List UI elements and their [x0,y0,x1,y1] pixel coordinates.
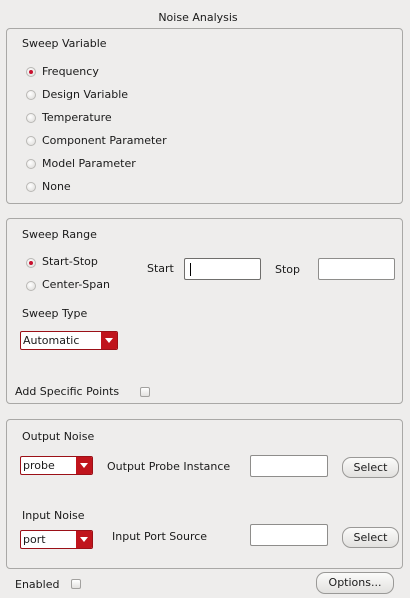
input-port-source-input[interactable] [250,524,328,546]
radio-component-parameter-label[interactable]: Component Parameter [42,134,167,147]
input-noise-value: port [23,533,46,546]
radio-center-span[interactable] [26,281,36,291]
sweep-variable-header: Sweep Variable [22,37,107,50]
radio-design-variable-label[interactable]: Design Variable [42,88,128,101]
radio-start-stop[interactable] [26,258,36,268]
radio-model-parameter[interactable] [26,159,36,169]
output-probe-instance-input[interactable] [250,455,328,477]
radio-none[interactable] [26,182,36,192]
output-select-button[interactable]: Select [342,457,399,478]
radio-temperature-label[interactable]: Temperature [42,111,112,124]
enabled-checkbox[interactable] [71,579,81,589]
radio-frequency-label[interactable]: Frequency [42,65,99,78]
chevron-down-icon [76,457,92,474]
input-select-button[interactable]: Select [342,527,399,548]
chevron-down-icon [76,531,92,548]
stop-label: Stop [275,263,301,276]
add-specific-points-checkbox[interactable] [140,387,150,397]
radio-center-span-label[interactable]: Center-Span [42,278,110,291]
sweep-range-group: Sweep Range Start-Stop Center-Span Start… [6,218,403,404]
stop-input[interactable] [318,258,395,280]
sweep-type-label: Sweep Type [22,307,88,320]
output-noise-header: Output Noise [22,430,95,443]
radio-none-label[interactable]: None [42,180,71,193]
enabled-label: Enabled [15,578,60,591]
output-noise-dropdown[interactable]: probe [20,456,93,475]
radio-temperature[interactable] [26,113,36,123]
radio-component-parameter[interactable] [26,136,36,146]
radio-model-parameter-label[interactable]: Model Parameter [42,157,136,170]
start-input[interactable] [184,258,261,280]
sweep-type-dropdown[interactable]: Automatic [20,331,118,350]
options-button[interactable]: Options... [316,572,394,594]
text-cursor [190,263,191,276]
output-probe-instance-label: Output Probe Instance [107,460,231,473]
radio-frequency[interactable] [26,67,36,77]
input-noise-dropdown[interactable]: port [20,530,93,549]
radio-design-variable[interactable] [26,90,36,100]
sweep-variable-group: Sweep Variable Frequency Design Variable… [6,28,403,204]
start-label: Start [147,262,174,275]
sweep-type-value: Automatic [23,334,80,347]
chevron-down-icon [101,332,117,349]
sweep-range-header: Sweep Range [22,228,97,241]
output-noise-value: probe [23,459,55,472]
input-noise-header: Input Noise [22,509,85,522]
noise-group: Output Noise probe Output Probe Instance… [6,419,403,569]
dialog-title: Noise Analysis [158,11,238,24]
add-specific-points-label: Add Specific Points [15,385,120,398]
input-port-source-label: Input Port Source [112,530,208,543]
radio-start-stop-label[interactable]: Start-Stop [42,255,98,268]
